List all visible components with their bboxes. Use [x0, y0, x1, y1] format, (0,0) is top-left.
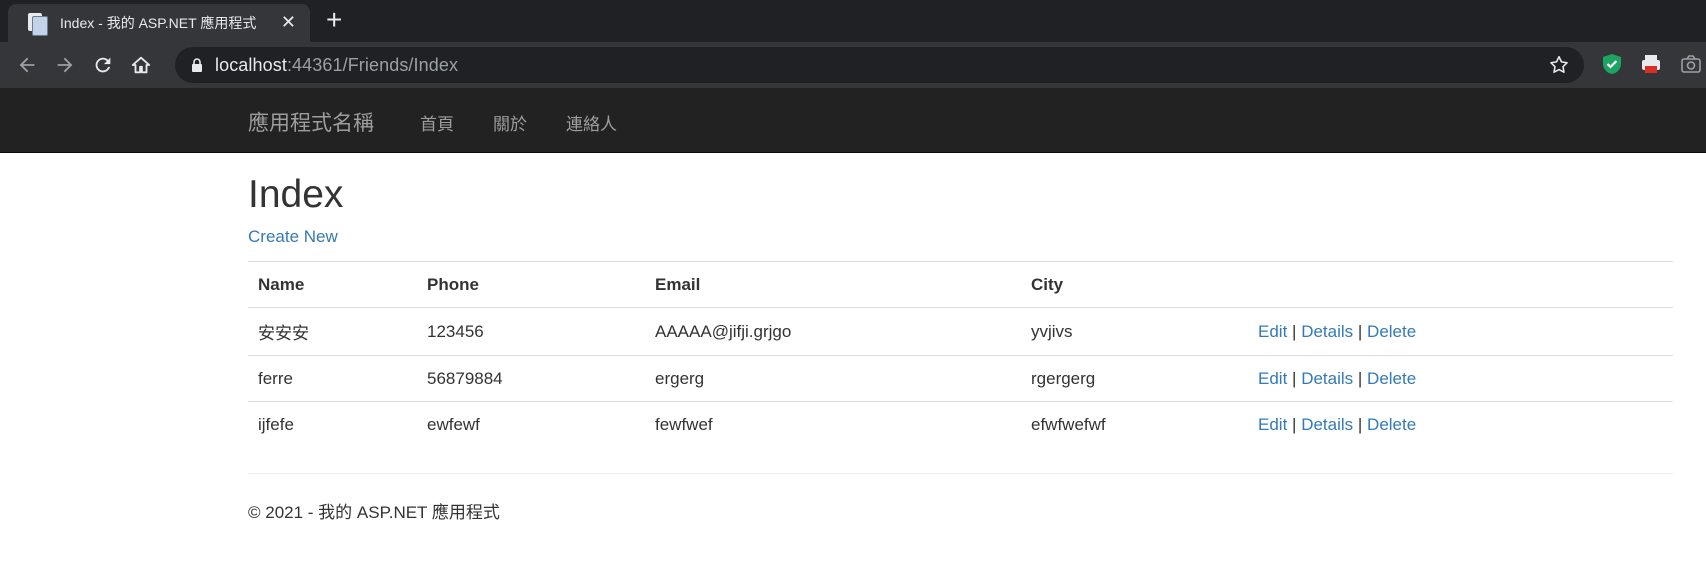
delete-link[interactable]: Delete — [1367, 322, 1416, 341]
browser-toolbar: localhost:44361/Friends/Index — [0, 42, 1706, 88]
nav-link-about[interactable]: 關於 — [493, 110, 527, 135]
details-link[interactable]: Details — [1301, 322, 1353, 341]
column-header-email: Email — [645, 261, 1021, 308]
cell-name: ijfefe — [248, 401, 417, 447]
cell-name: ferre — [248, 355, 417, 402]
shield-extension-icon[interactable] — [1601, 53, 1623, 75]
page-title: Index — [248, 173, 344, 216]
printer-extension-icon[interactable] — [1640, 53, 1662, 75]
details-link[interactable]: Details — [1301, 369, 1353, 388]
back-button[interactable] — [8, 46, 46, 84]
edit-link[interactable]: Edit — [1258, 415, 1287, 434]
page-favicon-icon — [26, 12, 48, 36]
edit-link[interactable]: Edit — [1258, 369, 1287, 388]
reload-button[interactable] — [84, 46, 122, 84]
action-separator: | — [1292, 321, 1297, 341]
cell-city: efwfwefwf — [1021, 401, 1248, 447]
edit-link[interactable]: Edit — [1258, 322, 1287, 341]
action-separator: | — [1292, 368, 1297, 388]
action-separator: | — [1292, 414, 1297, 434]
footer-text: © 2021 - 我的 ASP.NET 應用程式 — [248, 503, 500, 522]
friends-table: Name Phone Email City 安安安 123456 AAAAA@j… — [248, 261, 1673, 447]
cell-phone: ewfewf — [417, 401, 645, 447]
forward-arrow-icon — [57, 57, 73, 73]
nav-link-contact[interactable]: 連絡人 — [566, 110, 617, 135]
column-header-actions — [1248, 261, 1673, 308]
create-new-link[interactable]: Create New — [248, 227, 1673, 247]
cell-email: fewfwef — [645, 401, 1021, 447]
new-tab-button[interactable]: + — [326, 6, 342, 34]
cell-phone: 56879884 — [417, 355, 645, 402]
back-arrow-icon — [19, 57, 35, 73]
column-header-phone: Phone — [417, 261, 645, 308]
forward-button[interactable] — [46, 46, 84, 84]
table-header-row: Name Phone Email City — [248, 261, 1673, 308]
cell-phone: 123456 — [417, 307, 645, 356]
url-text: localhost:44361/Friends/Index — [215, 54, 459, 75]
camera-extension-icon[interactable] — [1680, 53, 1702, 75]
tab-title: Index - 我的 ASP.NET 應用程式 — [60, 15, 257, 31]
table-row: ferre 56879884 ergerg rgergerg Edit | De… — [248, 355, 1673, 402]
nav-link-home[interactable]: 首頁 — [420, 110, 454, 135]
close-tab-icon[interactable]: ✕ — [281, 12, 296, 33]
site-navbar: 應用程式名稱 首頁 關於 連絡人 — [0, 88, 1706, 153]
details-link[interactable]: Details — [1301, 415, 1353, 434]
delete-link[interactable]: Delete — [1367, 415, 1416, 434]
column-header-name: Name — [248, 261, 417, 308]
action-separator: | — [1357, 368, 1363, 388]
column-header-city: City — [1021, 261, 1248, 308]
site-brand-link[interactable]: 應用程式名稱 — [248, 107, 374, 137]
address-bar[interactable]: localhost:44361/Friends/Index — [175, 47, 1584, 83]
cell-email: ergerg — [645, 355, 1021, 402]
cell-actions: Edit | Details | Delete — [1248, 401, 1673, 447]
table-row: 安安安 123456 AAAAA@jifji.grjgo yvjivs Edit… — [248, 307, 1673, 356]
home-button[interactable] — [122, 46, 160, 84]
table-row: ijfefe ewfewf fewfwef efwfwefwf Edit | D… — [248, 401, 1673, 447]
cell-actions: Edit | Details | Delete — [1248, 355, 1673, 402]
cell-actions: Edit | Details | Delete — [1248, 307, 1673, 356]
cell-city: rgergerg — [1021, 355, 1248, 402]
browser-tabstrip: Index - 我的 ASP.NET 應用程式 ✕ + — [0, 0, 1706, 42]
home-icon — [131, 56, 151, 74]
lock-icon — [192, 58, 202, 72]
delete-link[interactable]: Delete — [1367, 369, 1416, 388]
reload-icon — [95, 57, 111, 73]
action-separator: | — [1357, 321, 1363, 341]
bookmark-star-icon[interactable] — [1548, 54, 1570, 76]
main-content: Index Create New Name Phone Email City 安… — [248, 153, 1673, 523]
action-separator: | — [1357, 414, 1363, 434]
cell-name: 安安安 — [248, 307, 417, 356]
footer-divider — [248, 473, 1673, 474]
cell-city: yvjivs — [1021, 307, 1248, 356]
browser-tab[interactable]: Index - 我的 ASP.NET 應用程式 ✕ — [8, 4, 310, 42]
cell-email: AAAAA@jifji.grjgo — [645, 307, 1021, 356]
